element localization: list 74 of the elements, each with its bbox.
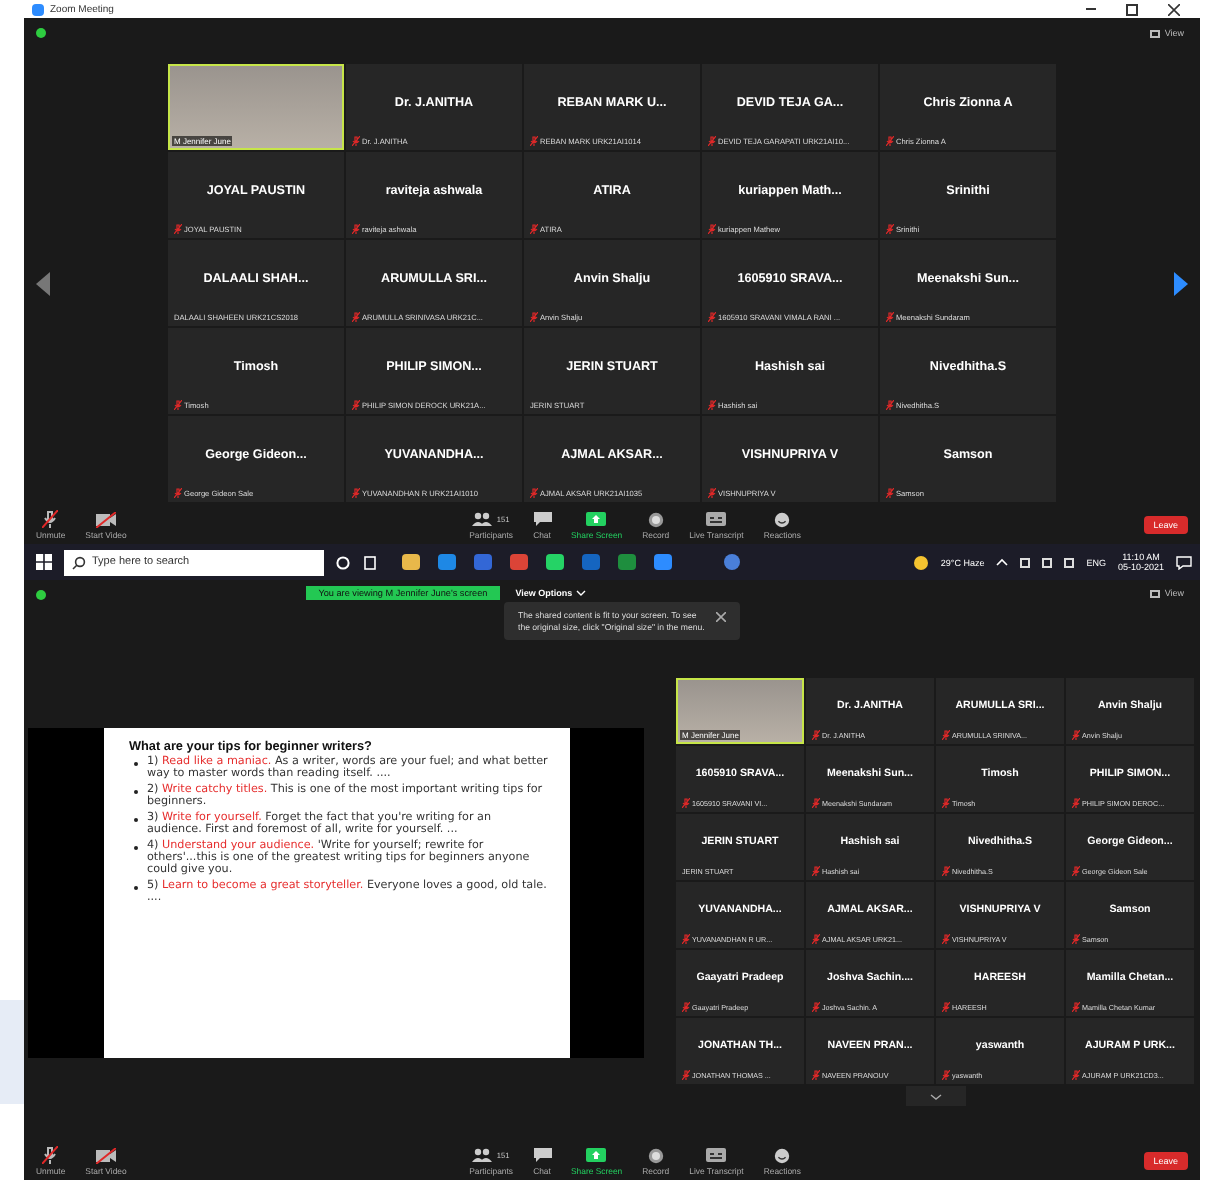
- video-off-icon: [96, 1147, 116, 1163]
- smiley-icon: [774, 511, 791, 527]
- muted-mic-icon: [812, 730, 820, 740]
- muted-mic-icon: [352, 136, 360, 146]
- muted-mic-icon: [1072, 934, 1080, 944]
- muted-mic-icon: [1072, 798, 1080, 808]
- captions-icon: [706, 512, 727, 526]
- muted-mic-icon: [352, 400, 360, 410]
- muted-mic-icon: [530, 312, 538, 322]
- muted-mic-icon: [812, 798, 820, 808]
- muted-mic-icon: [942, 934, 950, 944]
- circle-icon[interactable]: [336, 555, 350, 569]
- muted-mic-icon: [886, 136, 894, 146]
- muted-mic-icon: [1072, 1070, 1080, 1080]
- muted-mic-icon: [682, 1070, 690, 1080]
- muted-mic-icon: [708, 488, 716, 498]
- muted-mic-icon: [708, 224, 716, 234]
- video-off-icon: [96, 511, 116, 527]
- muted-mic-icon: [174, 224, 182, 234]
- close-icon[interactable]: [716, 612, 726, 622]
- muted-mic-icon: [1072, 866, 1080, 876]
- previous-page-icon[interactable]: [36, 271, 52, 295]
- task-view-icon[interactable]: [362, 555, 378, 569]
- muted-mic-icon: [42, 1146, 59, 1164]
- muted-mic-icon: [1072, 730, 1080, 740]
- people-icon: [472, 1148, 493, 1162]
- muted-mic-icon: [682, 1002, 690, 1012]
- muted-mic-icon: [886, 312, 894, 322]
- people-icon: [472, 512, 493, 526]
- muted-mic-icon: [682, 934, 690, 944]
- chat-bubble-icon: [533, 512, 551, 526]
- close-icon: [1168, 3, 1180, 15]
- muted-mic-icon: [530, 136, 538, 146]
- caret-down-icon: [576, 590, 587, 596]
- caret-up-icon[interactable]: [996, 558, 1009, 566]
- muted-mic-icon: [942, 730, 950, 740]
- muted-mic-icon: [352, 312, 360, 322]
- muted-mic-icon: [942, 1002, 950, 1012]
- sun-icon: [914, 555, 929, 569]
- muted-mic-icon: [530, 488, 538, 498]
- smiley-icon: [774, 1147, 791, 1163]
- muted-mic-icon: [886, 400, 894, 410]
- muted-mic-icon: [942, 866, 950, 876]
- muted-mic-icon: [530, 224, 538, 234]
- muted-mic-icon: [812, 866, 820, 876]
- background-panel: [0, 1000, 24, 1104]
- muted-mic-icon: [942, 798, 950, 808]
- muted-mic-icon: [708, 312, 716, 322]
- muted-mic-icon: [174, 488, 182, 498]
- app-icon[interactable]: [724, 554, 740, 570]
- muted-mic-icon: [812, 1070, 820, 1080]
- muted-mic-icon: [352, 224, 360, 234]
- muted-mic-icon: [682, 798, 690, 808]
- chat-bubble-icon: [533, 1148, 551, 1162]
- muted-mic-icon: [886, 488, 894, 498]
- muted-mic-icon: [812, 934, 820, 944]
- muted-mic-icon: [942, 1070, 950, 1080]
- muted-mic-icon: [42, 510, 59, 528]
- muted-mic-icon: [1072, 1002, 1080, 1012]
- muted-mic-icon: [708, 136, 716, 146]
- muted-mic-icon: [812, 1002, 820, 1012]
- muted-mic-icon: [174, 400, 182, 410]
- muted-mic-icon: [708, 400, 716, 410]
- record-icon: [647, 1147, 664, 1163]
- share-screen-icon: [586, 1148, 607, 1162]
- record-icon: [647, 511, 664, 527]
- windows-logo-icon[interactable]: [36, 554, 52, 570]
- share-screen-icon: [586, 512, 607, 526]
- muted-mic-icon: [352, 488, 360, 498]
- muted-mic-icon: [886, 224, 894, 234]
- notification-icon[interactable]: [1176, 555, 1192, 569]
- captions-icon: [706, 1148, 727, 1162]
- next-page-icon[interactable]: [1172, 271, 1188, 295]
- chevron-down-icon: [929, 1093, 941, 1099]
